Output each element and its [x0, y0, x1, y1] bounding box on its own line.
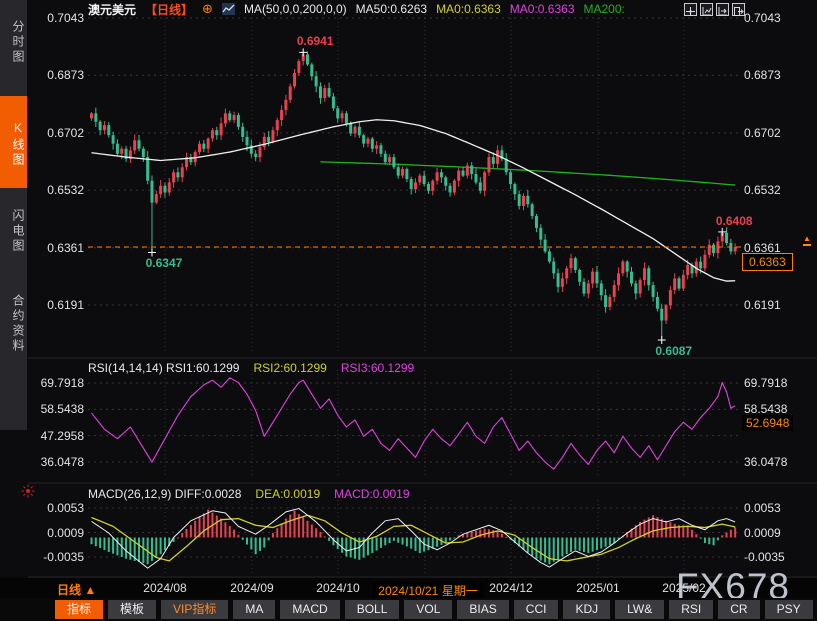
toolbar-button-VOL[interactable]: VOL — [404, 600, 452, 619]
ma0-yellow-value: MA0:0.6363 — [436, 2, 501, 16]
toolbar-button-LW&[interactable]: LW& — [615, 600, 664, 619]
add-indicator-icon[interactable]: ⊕ — [202, 3, 213, 15]
macd-value: MACD:0.0019 — [334, 487, 409, 501]
sidebar-tab-1[interactable]: 分时图 — [0, 4, 27, 76]
toolbar-button-MA[interactable]: MA — [233, 600, 275, 619]
macd-axis-label-right: 0.0009 — [744, 526, 781, 540]
bottom-toolbar: 指标模板 VIP指标 MA MACD BOLLVOL BIAS CCIKDJ LW&RSI CR… — [0, 598, 817, 621]
price-axis-label-right: 0.6873 — [744, 68, 781, 82]
chart-type-icon[interactable] — [222, 3, 235, 15]
toolbar-button-PSY[interactable]: PSY — [765, 600, 813, 619]
toolbar-button-VIP指标[interactable]: VIP指标 — [161, 600, 228, 619]
price-axis-label-left: 0.6873 — [30, 68, 84, 82]
sidebar-tab-4[interactable]: 合约资料 — [0, 268, 27, 376]
price-annotation: 0.6347 — [146, 256, 183, 270]
rsi-axis-label-right: 36.0478 — [744, 455, 787, 469]
macd-axis-label-left: 0.0053 — [30, 501, 84, 515]
macd-axis-label-left: -0.0035 — [30, 550, 84, 564]
rsi-axis-label-left: 69.7918 — [30, 376, 84, 390]
rsi2-value: RSI2:60.1299 — [253, 361, 326, 375]
macd-header: MACD(26,12,9) DIFF:0.0028 DEA:0.0019 MAC… — [88, 487, 410, 501]
zoom-price-icon[interactable] — [716, 3, 729, 16]
toolbar-button-BIAS[interactable]: BIAS — [457, 600, 508, 619]
toolbar-button-KDJ[interactable]: KDJ — [563, 600, 610, 619]
period-label[interactable]: 日线 ▲ — [57, 581, 96, 598]
indicator-settings-icon[interactable] — [21, 484, 35, 498]
price-axis-label-left: 0.6191 — [30, 298, 84, 312]
ma50-value: MA50:0.6263 — [356, 2, 427, 16]
price-annotation: 0.6941 — [297, 34, 334, 48]
rsi-params-value: RSI(14,14,14) RSI1:60.1299 — [88, 361, 239, 375]
sidebar-tab-2[interactable]: K线图 — [0, 96, 27, 188]
current-price-tag: 0.6363 — [742, 253, 793, 271]
chart-toolbar-icons — [684, 3, 745, 16]
date-axis-label: 2024/08 — [143, 581, 186, 595]
price-annotation: 0.6087 — [655, 344, 692, 358]
chart-header: 澳元美元 【日线】 ⊕ MA(50,0,0,200,0,0) MA50:0.62… — [88, 1, 625, 17]
macd-axis-label-left: 0.0009 — [30, 526, 84, 540]
rsi-axis-label-left: 47.2958 — [30, 429, 84, 443]
chart-canvas[interactable] — [0, 0, 817, 621]
price-marker-icon: ▲ — [803, 235, 811, 246]
rsi-header: RSI(14,14,14) RSI1:60.1299 RSI2:60.1299 … — [88, 361, 414, 375]
price-axis-label-left: 0.6532 — [30, 183, 84, 197]
crosshair-icon[interactable] — [684, 3, 697, 16]
price-annotation: 0.6408 — [716, 214, 753, 228]
ma-settings-label: MA(50,0,0,200,0,0) — [244, 2, 347, 16]
rsi-axis-label-left: 58.5438 — [30, 402, 84, 416]
date-axis-label: 2025/01 — [576, 581, 619, 595]
toolbar-button-CR[interactable]: CR — [718, 600, 759, 619]
zoom-time-icon[interactable] — [700, 3, 713, 16]
macd-axis-label-right: 0.0053 — [744, 501, 781, 515]
ma200-value: MA200: — [584, 2, 625, 16]
sidebar: 分时图 K线图闪电图合约资料 — [0, 0, 27, 430]
rsi-axis-label-right: 69.7918 — [744, 376, 787, 390]
toolbar-button-MACD[interactable]: MACD — [280, 600, 339, 619]
rsi3-value: RSI3:60.1299 — [341, 361, 414, 375]
toolbar-button-模板[interactable]: 模板 — [108, 600, 156, 619]
toolbar-button-指标[interactable]: 指标 — [55, 600, 103, 619]
price-axis-label-right: 0.7043 — [744, 11, 781, 25]
ma0-magenta-value: MA0:0.6363 — [510, 2, 575, 16]
chart-app: 分时图 K线图闪电图合约资料 澳元美元 【日线】 ⊕ MA(50,0,0,200,… — [0, 0, 817, 621]
date-axis-label: 2024/09 — [230, 581, 273, 595]
toolbar-button-CCI[interactable]: CCI — [514, 600, 559, 619]
macd-axis-label-right: -0.0035 — [744, 550, 785, 564]
price-axis-label-left: 0.6702 — [30, 126, 84, 140]
price-axis-label-right: 0.6532 — [744, 183, 781, 197]
rsi-highlight-tag: 52.6948 — [742, 415, 793, 431]
period-tag: 【日线】 — [145, 1, 193, 18]
price-axis-label-right: 0.6702 — [744, 126, 781, 140]
date-axis-label: 2024/12 — [489, 581, 532, 595]
sidebar-tab-3[interactable]: 闪电图 — [0, 196, 27, 262]
dea-value: DEA:0.0019 — [255, 487, 320, 501]
rsi-axis-label-left: 36.0478 — [30, 455, 84, 469]
price-axis-label-left: 0.6361 — [30, 241, 84, 255]
date-axis-label: 2024/10 — [316, 581, 359, 595]
toolbar-button-RSI[interactable]: RSI — [669, 600, 713, 619]
price-axis-label-left: 0.7043 — [30, 11, 84, 25]
price-axis-label-right: 0.6191 — [744, 298, 781, 312]
macd-params-value: MACD(26,12,9) DIFF:0.0028 — [88, 487, 241, 501]
toolbar-button-BOLL[interactable]: BOLL — [345, 600, 400, 619]
symbol-title: 澳元美元 — [88, 1, 136, 18]
